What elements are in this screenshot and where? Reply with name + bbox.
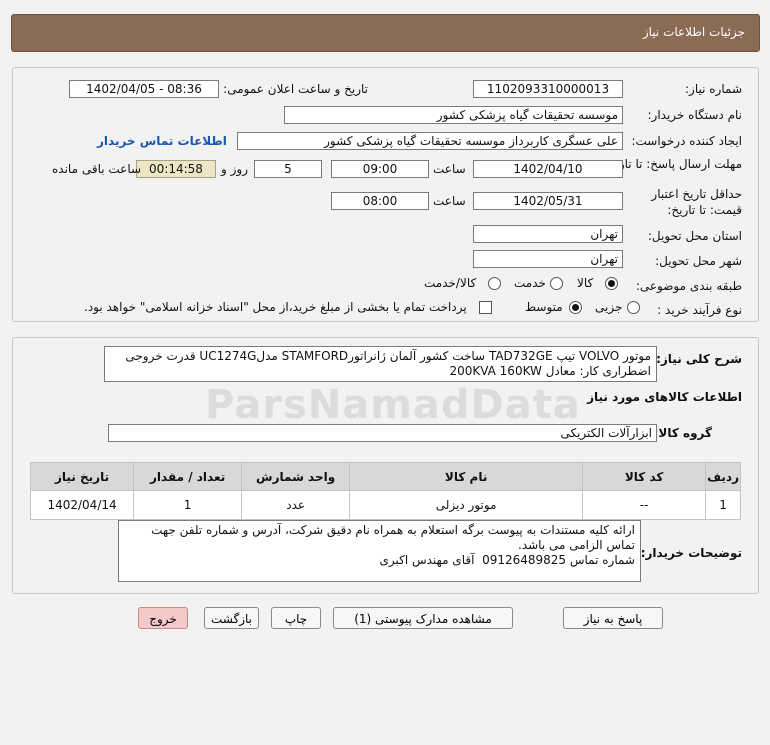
- reply-deadline-label: مهلت ارسال پاسخ: تا تاریخ:: [603, 157, 742, 171]
- purchase-option-minor: جزیی: [595, 300, 623, 314]
- price-validity-date-field: 1402/05/31: [473, 192, 623, 210]
- category-option-goods-service: کالا/خدمت: [424, 276, 477, 290]
- attachments-button[interactable]: مشاهده مدارک پیوستی (1): [333, 607, 513, 629]
- reply-time-field: 09:00: [331, 160, 429, 178]
- cell-name: موتور دیزلی: [349, 490, 584, 520]
- col-header-unit: واحد شمارش: [241, 462, 351, 491]
- buyer-notes-label: توضیحات خریدار:: [640, 546, 742, 560]
- purchase-type-label: نوع فرآیند خرید :: [657, 303, 742, 317]
- price-validity-time-field: 08:00: [331, 192, 429, 210]
- delivery-province-label: استان محل تحویل:: [647, 229, 742, 243]
- goods-group-label: گروه کالا:: [653, 426, 712, 440]
- col-header-name: نام کالا: [349, 462, 584, 491]
- reply-date-field: 1402/04/10: [473, 160, 623, 178]
- treasury-checkbox[interactable]: [479, 301, 492, 314]
- col-header-code: کد کالا: [582, 462, 707, 491]
- back-button[interactable]: بازگشت: [204, 607, 259, 629]
- col-header-row-number: ردیف: [705, 462, 741, 491]
- buyer-org-field: موسسه تحقیقات گیاه پزشکی کشور: [284, 106, 623, 124]
- category-option-goods: کالا: [577, 276, 594, 290]
- treasury-note: پرداخت تمام یا بخشی از مبلغ خرید،از محل …: [84, 300, 467, 314]
- days-label: روز و: [221, 162, 248, 176]
- remaining-time-field: 00:14:58: [136, 160, 216, 178]
- days-field: 5: [254, 160, 322, 178]
- delivery-city-label: شهر محل تحویل:: [655, 254, 742, 268]
- reply-time-label: ساعت: [433, 162, 466, 176]
- buyer-notes-box: ارائه کلیه مستندات به پیوست برگه استعلام…: [118, 520, 641, 582]
- col-header-need-date: تاریخ نیاز: [29, 462, 135, 491]
- goods-group-field: ابزارآلات الکتریکی: [108, 424, 657, 442]
- category-radio-goods[interactable]: [605, 277, 618, 290]
- price-validity-label-1: حداقل تاریخ اعتبار: [651, 187, 742, 201]
- page-title: جزئیات اطلاعات نیاز: [642, 25, 745, 39]
- goods-section-title: اطلاعات کالاهای مورد نیاز: [587, 390, 742, 404]
- print-button[interactable]: چاپ: [271, 607, 321, 629]
- delivery-province-field: تهران: [473, 225, 623, 243]
- need-number-label: شماره نیاز:: [685, 82, 742, 96]
- creator-field: علی عسگری کاربرداز موسسه تحقیقات گیاه پز…: [237, 132, 623, 150]
- category-label: طبقه بندی موضوعی:: [635, 279, 742, 293]
- buyer-org-label: نام دستگاه خریدار:: [647, 108, 743, 122]
- purchase-radio-medium[interactable]: [569, 301, 582, 314]
- watermark: ParsNamadData: [205, 382, 581, 428]
- page-header: جزئیات اطلاعات نیاز: [11, 14, 760, 52]
- creator-label: ایجاد کننده درخواست:: [631, 134, 742, 148]
- price-validity-label-2: قیمت: تا تاریخ:: [667, 203, 742, 217]
- need-number-field: 1102093310000013: [473, 80, 623, 98]
- remaining-time-label: ساعت باقی مانده: [52, 162, 142, 176]
- description-box: موتور VOLVO تیپ TAD732GE ساخت کشور آلمان…: [104, 346, 657, 382]
- purchase-radio-minor[interactable]: [627, 301, 640, 314]
- col-header-quantity: تعداد / مقدار: [133, 462, 243, 491]
- category-radio-service[interactable]: [550, 277, 563, 290]
- goods-table: ردیف کد کالا نام کالا واحد شمارش تعداد /…: [29, 462, 741, 520]
- table-row: 1 -- موتور دیزلی عدد 1 1402/04/14: [29, 490, 741, 520]
- reply-button[interactable]: پاسخ به نیاز: [563, 607, 663, 629]
- cell-need-date: 1402/04/14: [29, 490, 135, 520]
- cell-code: --: [582, 490, 707, 520]
- purchase-option-medium: متوسط: [525, 300, 563, 314]
- exit-button[interactable]: خروج: [138, 607, 188, 629]
- announce-field: 1402/04/05 - 08:36: [69, 80, 219, 98]
- buyer-contact-link[interactable]: اطلاعات تماس خریدار: [97, 134, 227, 148]
- announce-label: تاریخ و ساعت اعلان عمومی:: [223, 82, 368, 96]
- description-label: شرح کلی نیاز:: [656, 352, 742, 366]
- table-header-row: ردیف کد کالا نام کالا واحد شمارش تعداد /…: [29, 462, 741, 491]
- description-line-1: موتور VOLVO تیپ TAD732GE ساخت کشور آلمان…: [125, 349, 651, 363]
- category-option-service: خدمت: [514, 276, 546, 290]
- cell-row-number: 1: [705, 490, 741, 520]
- price-validity-time-label: ساعت: [433, 194, 466, 208]
- description-line-2: اضطراری کار: معادل 200KVA 160KW: [449, 364, 651, 378]
- cell-quantity: 1: [133, 490, 243, 520]
- cell-unit: عدد: [241, 490, 351, 520]
- delivery-city-field: تهران: [473, 250, 623, 268]
- category-radio-goods-service[interactable]: [488, 277, 501, 290]
